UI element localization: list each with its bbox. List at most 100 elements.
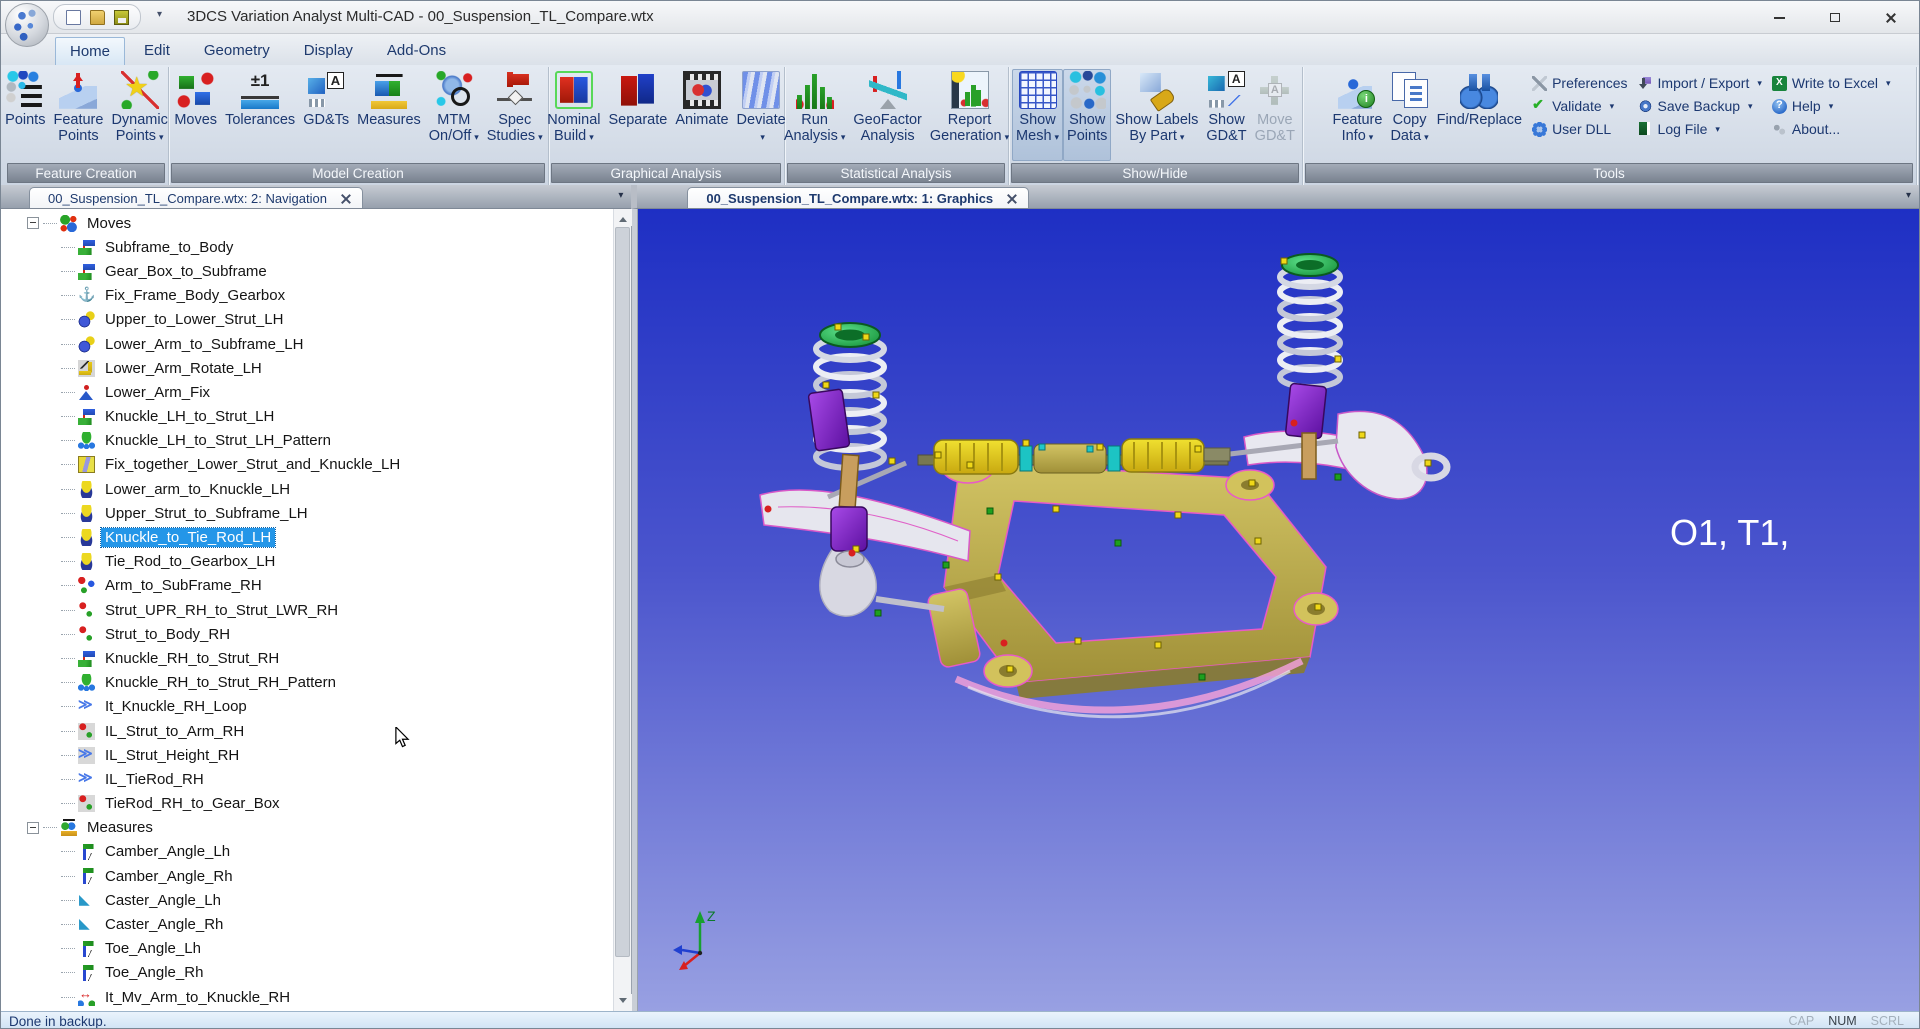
menu-tab-home[interactable]: Home <box>55 37 125 65</box>
ribbon-button-separate[interactable]: Separate <box>604 69 671 161</box>
ribbon-button-copy-data[interactable]: CopyData▾ <box>1386 69 1432 161</box>
ribbon-button-feature-points[interactable]: FeaturePoints <box>49 69 107 161</box>
tree-item-gear-box-to-subframe[interactable]: Gear_Box_to_Subframe <box>1 259 613 283</box>
app-logo-icon[interactable] <box>5 3 49 47</box>
tools-button-validate[interactable]: Validate▾ <box>1532 98 1627 114</box>
tree-item-lower-arm-rotate-lh[interactable]: Lower_Arm_Rotate_LH <box>1 356 613 380</box>
ribbon-button-nominal-build[interactable]: NominalBuild▾ <box>543 69 604 161</box>
tree-item-camber-angle-rh[interactable]: Camber_Angle_Rh <box>1 864 613 888</box>
tree-item-caster-angle-lh[interactable]: Caster_Angle_Lh <box>1 888 613 912</box>
ribbon-button-dynamic-points[interactable]: DynamicPoints▾ <box>107 69 171 161</box>
tree-item-fix-frame-body-gearbox[interactable]: Fix_Frame_Body_Gearbox <box>1 284 613 308</box>
tree-item-label[interactable]: Moves <box>83 214 135 233</box>
ribbon-button-moves[interactable]: Moves <box>170 69 221 161</box>
tree-item-label[interactable]: Caster_Angle_Rh <box>101 915 227 934</box>
ribbon-button-mtm-on-off[interactable]: MTMOn/Off▾ <box>425 69 483 161</box>
tree-collapse-icon[interactable] <box>27 822 39 834</box>
scroll-up-button[interactable] <box>614 209 632 226</box>
tree-item-arm-to-subframe-rh[interactable]: Arm_to_SubFrame_RH <box>1 574 613 598</box>
tree-item-label[interactable]: Knuckle_to_Tie_Rod_LH <box>101 528 275 547</box>
scroll-thumb[interactable] <box>615 227 630 957</box>
maximize-button[interactable] <box>1807 1 1863 34</box>
tree-item-strut-upr-rh-to-strut-lwr-rh[interactable]: Strut_UPR_RH_to_Strut_LWR_RH <box>1 598 613 622</box>
tab-close-icon[interactable] <box>1007 194 1016 203</box>
tree-item-fix-together-lower-strut-and-knuckle-lh[interactable]: Fix_together_Lower_Strut_and_Knuckle_LH <box>1 453 613 477</box>
tools-button-help[interactable]: Help▾ <box>1772 98 1891 114</box>
save-button[interactable] <box>112 8 130 26</box>
tree-item-label[interactable]: Fix_Frame_Body_Gearbox <box>101 286 289 305</box>
tree-item-label[interactable]: Strut_to_Body_RH <box>101 625 234 644</box>
menu-tab-display[interactable]: Display <box>289 36 368 65</box>
tree-item-label[interactable]: Strut_UPR_RH_to_Strut_LWR_RH <box>101 601 342 620</box>
scroll-down-button[interactable] <box>614 994 632 1011</box>
tree-item-label[interactable]: Knuckle_RH_to_Strut_RH_Pattern <box>101 673 340 692</box>
tree-item-il-strut-height-rh[interactable]: IL_Strut_Height_RH <box>1 743 613 767</box>
tree-item-knuckle-lh-to-strut-lh-pattern[interactable]: Knuckle_LH_to_Strut_LH_Pattern <box>1 429 613 453</box>
ribbon-button-spec-studies[interactable]: SpecStudies▾ <box>483 69 547 161</box>
open-button[interactable] <box>88 8 106 26</box>
tree-item-label[interactable]: Toe_Angle_Lh <box>101 939 205 958</box>
ribbon-button-show-gd-t[interactable]: ShowGD&T <box>1202 69 1250 161</box>
tab-close-icon[interactable] <box>341 194 350 203</box>
tree-item-label[interactable]: Toe_Angle_Rh <box>101 963 207 982</box>
ribbon-button-find-replace[interactable]: Find/Replace <box>1433 69 1526 161</box>
tree-item-subframe-to-body[interactable]: Subframe_to_Body <box>1 235 613 259</box>
tree-item-measures[interactable]: Measures <box>1 816 613 840</box>
tree-item-moves[interactable]: Moves <box>1 211 613 235</box>
tree-item-label[interactable]: Fix_together_Lower_Strut_and_Knuckle_LH <box>101 455 404 474</box>
tools-button-log-file[interactable]: Log File▾ <box>1638 121 1762 137</box>
tree-scrollbar[interactable] <box>613 209 631 1011</box>
tree-item-tie-rod-to-gearbox-lh[interactable]: Tie_Rod_to_Gearbox_LH <box>1 550 613 574</box>
ribbon-button-feature-info[interactable]: FeatureInfo▾ <box>1328 69 1386 161</box>
tree-item-label[interactable]: IL_Strut_Height_RH <box>101 746 243 765</box>
ribbon-button-run-analysis[interactable]: RunAnalysis▾ <box>780 69 850 161</box>
tree-item-knuckle-to-tie-rod-lh[interactable]: Knuckle_to_Tie_Rod_LH <box>1 525 613 549</box>
tree-item-label[interactable]: IL_Strut_to_Arm_RH <box>101 722 248 741</box>
tree-item-lower-arm-to-knuckle-lh[interactable]: Lower_arm_to_Knuckle_LH <box>1 477 613 501</box>
tools-button-import-export[interactable]: Import / Export▾ <box>1638 75 1762 91</box>
tree-item-label[interactable]: IL_TieRod_RH <box>101 770 208 789</box>
tree-item-upper-to-lower-strut-lh[interactable]: Upper_to_Lower_Strut_LH <box>1 308 613 332</box>
tools-button-write-to-excel[interactable]: Write to Excel▾ <box>1772 75 1891 91</box>
doc-tab-navigation[interactable]: 00_Suspension_TL_Compare.wtx: 2: Navigat… <box>29 187 363 208</box>
tree-item-toe-angle-rh[interactable]: Toe_Angle_Rh <box>1 961 613 985</box>
tree-item-label[interactable]: Upper_to_Lower_Strut_LH <box>101 310 287 329</box>
tree-item-label[interactable]: Knuckle_LH_to_Strut_LH <box>101 407 278 426</box>
tree-item-strut-to-body-rh[interactable]: Strut_to_Body_RH <box>1 622 613 646</box>
new-document-button[interactable] <box>64 8 82 26</box>
tree-item-tierod-rh-to-gear-box[interactable]: TieRod_RH_to_Gear_Box <box>1 792 613 816</box>
tree-item-label[interactable]: Tie_Rod_to_Gearbox_LH <box>101 552 279 571</box>
tree-item-knuckle-rh-to-strut-rh-pattern[interactable]: Knuckle_RH_to_Strut_RH_Pattern <box>1 671 613 695</box>
ribbon-button-geofactor-analysis[interactable]: GeoFactorAnalysis <box>849 69 926 161</box>
qat-customize-button[interactable]: ▾ <box>157 9 162 20</box>
tools-button-user-dll[interactable]: User DLL <box>1532 121 1627 137</box>
ribbon-button-show-mesh[interactable]: ShowMesh▾ <box>1012 69 1063 161</box>
tree-item-label[interactable]: Caster_Angle_Lh <box>101 891 225 910</box>
menu-tab-geometry[interactable]: Geometry <box>189 36 285 65</box>
ribbon-button-show-points[interactable]: ShowPoints <box>1063 69 1111 161</box>
ribbon-button-gd-ts[interactable]: GD&Ts <box>299 69 353 161</box>
ribbon-button-points[interactable]: Points <box>1 69 49 161</box>
tab-list-dropdown[interactable]: ▾ <box>618 190 623 201</box>
tree-item-caster-angle-rh[interactable]: Caster_Angle_Rh <box>1 912 613 936</box>
tree-item-label[interactable]: Gear_Box_to_Subframe <box>101 262 271 281</box>
tree-item-label[interactable]: It_Knuckle_RH_Loop <box>101 697 251 716</box>
close-button[interactable] <box>1863 1 1919 34</box>
tree-item-label[interactable]: Camber_Angle_Lh <box>101 842 234 861</box>
tree-item-knuckle-lh-to-strut-lh[interactable]: Knuckle_LH_to_Strut_LH <box>1 405 613 429</box>
tree-item-label[interactable]: Lower_Arm_to_Subframe_LH <box>101 335 307 354</box>
tree-item-label[interactable]: TieRod_RH_to_Gear_Box <box>101 794 284 813</box>
tools-button-save-backup[interactable]: Save Backup▾ <box>1638 98 1762 114</box>
minimize-button[interactable] <box>1751 1 1807 34</box>
tree-item-upper-strut-to-subframe-lh[interactable]: Upper_Strut_to_Subframe_LH <box>1 501 613 525</box>
tree-item-label[interactable]: Lower_arm_to_Knuckle_LH <box>101 480 294 499</box>
tree-item-label[interactable]: Camber_Angle_Rh <box>101 867 237 886</box>
tree-item-it-mv-arm-to-knuckle-rh[interactable]: It_Mv_Arm_to_Knuckle_RH <box>1 985 613 1009</box>
tree-item-label[interactable]: Subframe_to_Body <box>101 238 237 257</box>
tools-button-preferences[interactable]: Preferences <box>1532 75 1627 91</box>
tree-item-label[interactable]: Lower_Arm_Fix <box>101 383 214 402</box>
tree-item-lower-arm-to-subframe-lh[interactable]: Lower_Arm_to_Subframe_LH <box>1 332 613 356</box>
ribbon-button-tolerances[interactable]: Tolerances <box>221 69 299 161</box>
tree-item-it-knuckle-rh-loop[interactable]: It_Knuckle_RH_Loop <box>1 695 613 719</box>
tree-item-camber-angle-lh[interactable]: Camber_Angle_Lh <box>1 840 613 864</box>
